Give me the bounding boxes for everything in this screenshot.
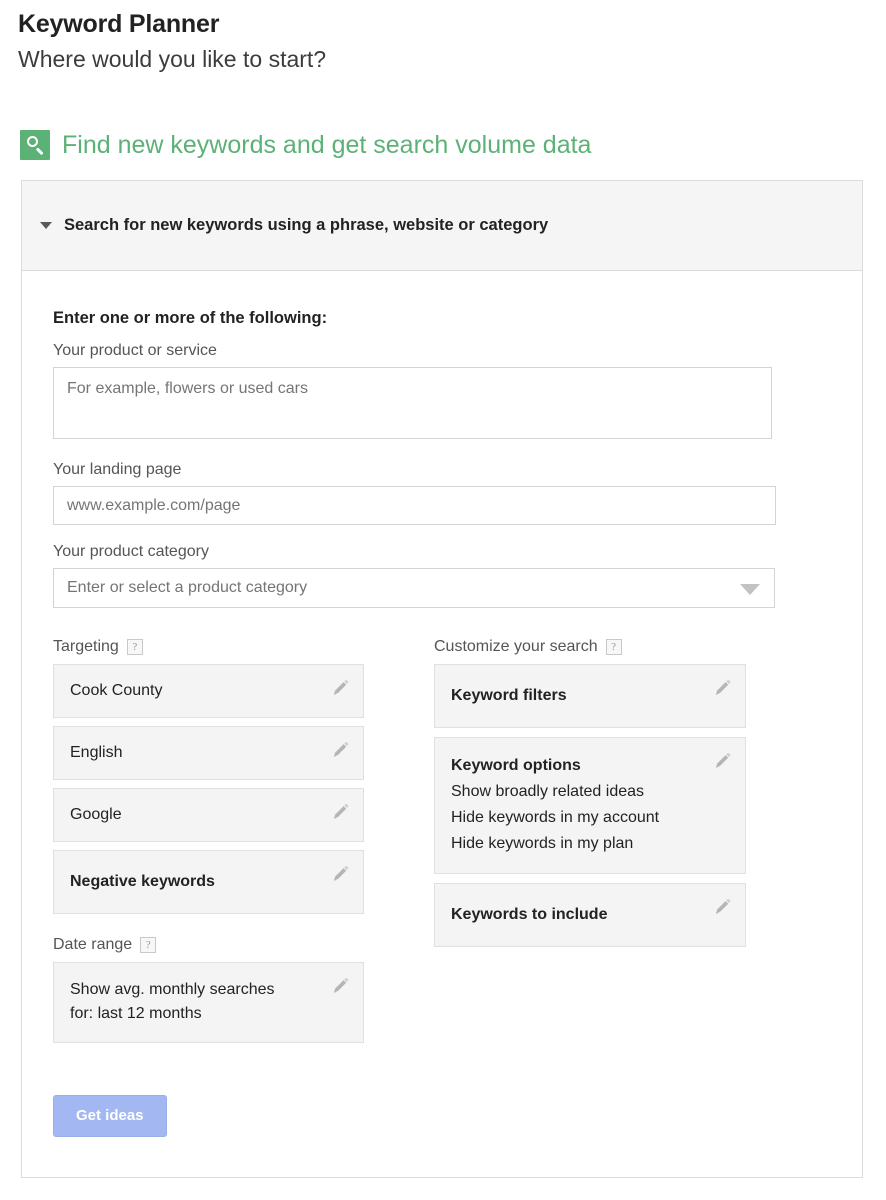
targeting-column: Targeting ? Cook County English Google N…: [53, 638, 364, 1137]
keyword-option-item: Show broadly related ideas: [451, 783, 645, 800]
pencil-icon[interactable]: [332, 679, 350, 697]
pencil-icon[interactable]: [714, 752, 732, 770]
targeting-item-negative-keywords[interactable]: Negative keywords: [53, 850, 364, 914]
keyword-filters-title: Keyword filters: [451, 687, 567, 704]
customize-search-column: Customize your search ? Keyword filters …: [434, 638, 746, 1137]
product-category-input[interactable]: [53, 568, 775, 608]
targeting-heading: Targeting ?: [53, 638, 364, 656]
get-ideas-button[interactable]: Get ideas: [53, 1095, 167, 1137]
keywords-to-include-title: Keywords to include: [451, 906, 608, 923]
options-columns: Targeting ? Cook County English Google N…: [53, 638, 862, 1137]
date-range-panel[interactable]: Show avg. monthly searches for: last 12 …: [53, 962, 364, 1043]
targeting-heading-label: Targeting: [53, 638, 119, 655]
page-subtitle: Where would you like to start?: [18, 46, 327, 72]
product-or-service-label: Your product or service: [53, 342, 217, 359]
product-or-service-input[interactable]: [53, 367, 772, 439]
landing-page-input[interactable]: [53, 486, 776, 525]
page-header: Keyword Planner Where would you like to …: [18, 8, 858, 74]
card-body: Enter one or more of the following: Your…: [22, 271, 862, 1137]
targeting-item-location[interactable]: Cook County: [53, 664, 364, 718]
keywords-to-include-panel[interactable]: Keywords to include: [434, 883, 746, 947]
page-title: Keyword Planner: [18, 10, 220, 38]
card-header-toggle[interactable]: Search for new keywords using a phrase, …: [22, 181, 862, 271]
customize-search-heading: Customize your search ?: [434, 638, 746, 656]
chevron-down-icon: [40, 222, 52, 229]
pencil-icon[interactable]: [332, 865, 350, 883]
targeting-item-network[interactable]: Google: [53, 788, 364, 842]
customize-search-help-icon[interactable]: ?: [605, 639, 622, 655]
find-new-keywords-link-label[interactable]: Find new keywords and get search volume …: [62, 130, 591, 160]
targeting-item-label: Negative keywords: [70, 873, 215, 890]
product-category-label: Your product category: [53, 543, 209, 560]
search-panel-card: Search for new keywords using a phrase, …: [21, 180, 863, 1178]
targeting-item-label: English: [70, 744, 123, 761]
product-category-select[interactable]: [53, 568, 775, 608]
date-range-heading: Date range ?: [53, 936, 364, 954]
keyword-filters-panel[interactable]: Keyword filters: [434, 664, 746, 728]
targeting-help-icon[interactable]: ?: [126, 639, 143, 655]
search-icon: [20, 130, 50, 160]
keyword-options-title: Keyword options: [451, 757, 581, 774]
keyword-options-panel[interactable]: Keyword options Show broadly related ide…: [434, 737, 746, 874]
submit-row: Get ideas: [53, 1095, 364, 1137]
targeting-item-language[interactable]: English: [53, 726, 364, 780]
pencil-icon[interactable]: [332, 977, 350, 995]
date-range-line-1: Show avg. monthly searches: [70, 981, 275, 998]
date-range-heading-label: Date range: [53, 936, 133, 953]
keyword-option-item: Hide keywords in my plan: [451, 835, 634, 852]
pencil-icon[interactable]: [714, 679, 732, 697]
pencil-icon[interactable]: [332, 803, 350, 821]
pencil-icon[interactable]: [332, 741, 350, 759]
pencil-icon[interactable]: [714, 898, 732, 916]
keyword-option-item: Hide keywords in my account: [451, 809, 660, 826]
targeting-item-label: Cook County: [70, 682, 163, 699]
landing-page-label: Your landing page: [53, 461, 182, 478]
form-legend: Enter one or more of the following:: [53, 309, 328, 327]
card-header-label: Search for new keywords using a phrase, …: [64, 216, 549, 234]
targeting-item-label: Google: [70, 806, 122, 823]
date-range-help-icon[interactable]: ?: [140, 937, 157, 953]
date-range-line-2: for: last 12 months: [70, 1005, 202, 1022]
customize-search-heading-label: Customize your search: [434, 638, 598, 655]
find-new-keywords-link-row[interactable]: Find new keywords and get search volume …: [20, 130, 591, 160]
column-spacer: [364, 638, 434, 1137]
